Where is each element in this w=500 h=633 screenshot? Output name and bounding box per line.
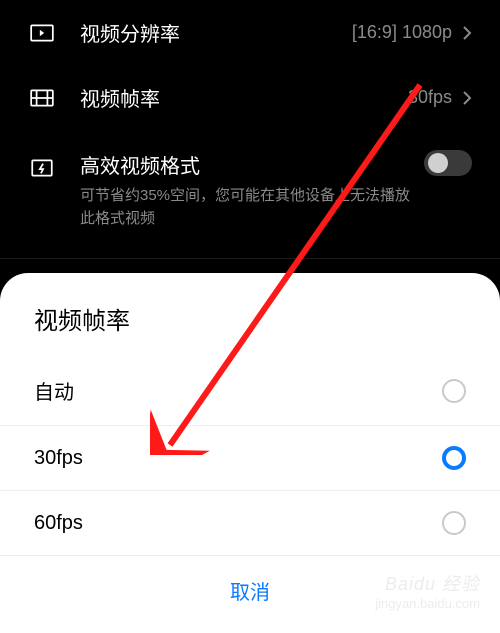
setting-label: 视频帧率 bbox=[80, 83, 408, 112]
setting-value: [16:9] 1080p bbox=[352, 22, 452, 43]
resolution-icon bbox=[28, 19, 56, 47]
chevron-right-icon bbox=[462, 90, 472, 106]
radio-icon bbox=[442, 511, 466, 535]
chevron-right-icon bbox=[462, 25, 472, 41]
option-label: 自动 bbox=[34, 376, 74, 405]
efficient-format-icon bbox=[28, 154, 56, 182]
settings-list: 视频分辨率 [16:9] 1080p 视频帧率 30fps bbox=[0, 0, 500, 259]
radio-selected-icon bbox=[442, 446, 466, 470]
setting-row-framerate[interactable]: 视频帧率 30fps bbox=[0, 65, 500, 130]
option-label: 60fps bbox=[34, 512, 83, 535]
divider bbox=[0, 258, 500, 259]
sheet-title: 视频帧率 bbox=[0, 301, 500, 356]
setting-row-resolution[interactable]: 视频分辨率 [16:9] 1080p bbox=[0, 0, 500, 65]
setting-title: 高效视频格式 bbox=[80, 150, 424, 179]
framerate-icon bbox=[28, 84, 56, 112]
efficient-format-toggle[interactable] bbox=[424, 150, 472, 176]
framerate-sheet: 视频帧率 自动 30fps 60fps 取消 bbox=[0, 273, 500, 633]
radio-icon bbox=[442, 379, 466, 403]
setting-row-efficient-format: 高效视频格式 可节省约35%空间，您可能在其他设备上无法播放此格式视频 bbox=[0, 130, 500, 250]
setting-label: 视频分辨率 bbox=[80, 18, 352, 47]
option-row-60fps[interactable]: 60fps bbox=[0, 491, 500, 556]
cancel-button[interactable]: 取消 bbox=[230, 576, 270, 605]
cancel-row: 取消 bbox=[0, 556, 500, 615]
option-row-auto[interactable]: 自动 bbox=[0, 356, 500, 426]
option-row-30fps[interactable]: 30fps bbox=[0, 426, 500, 491]
option-label: 30fps bbox=[34, 447, 83, 470]
setting-subtitle: 可节省约35%空间，您可能在其他设备上无法播放此格式视频 bbox=[80, 185, 424, 230]
setting-value: 30fps bbox=[408, 87, 452, 108]
